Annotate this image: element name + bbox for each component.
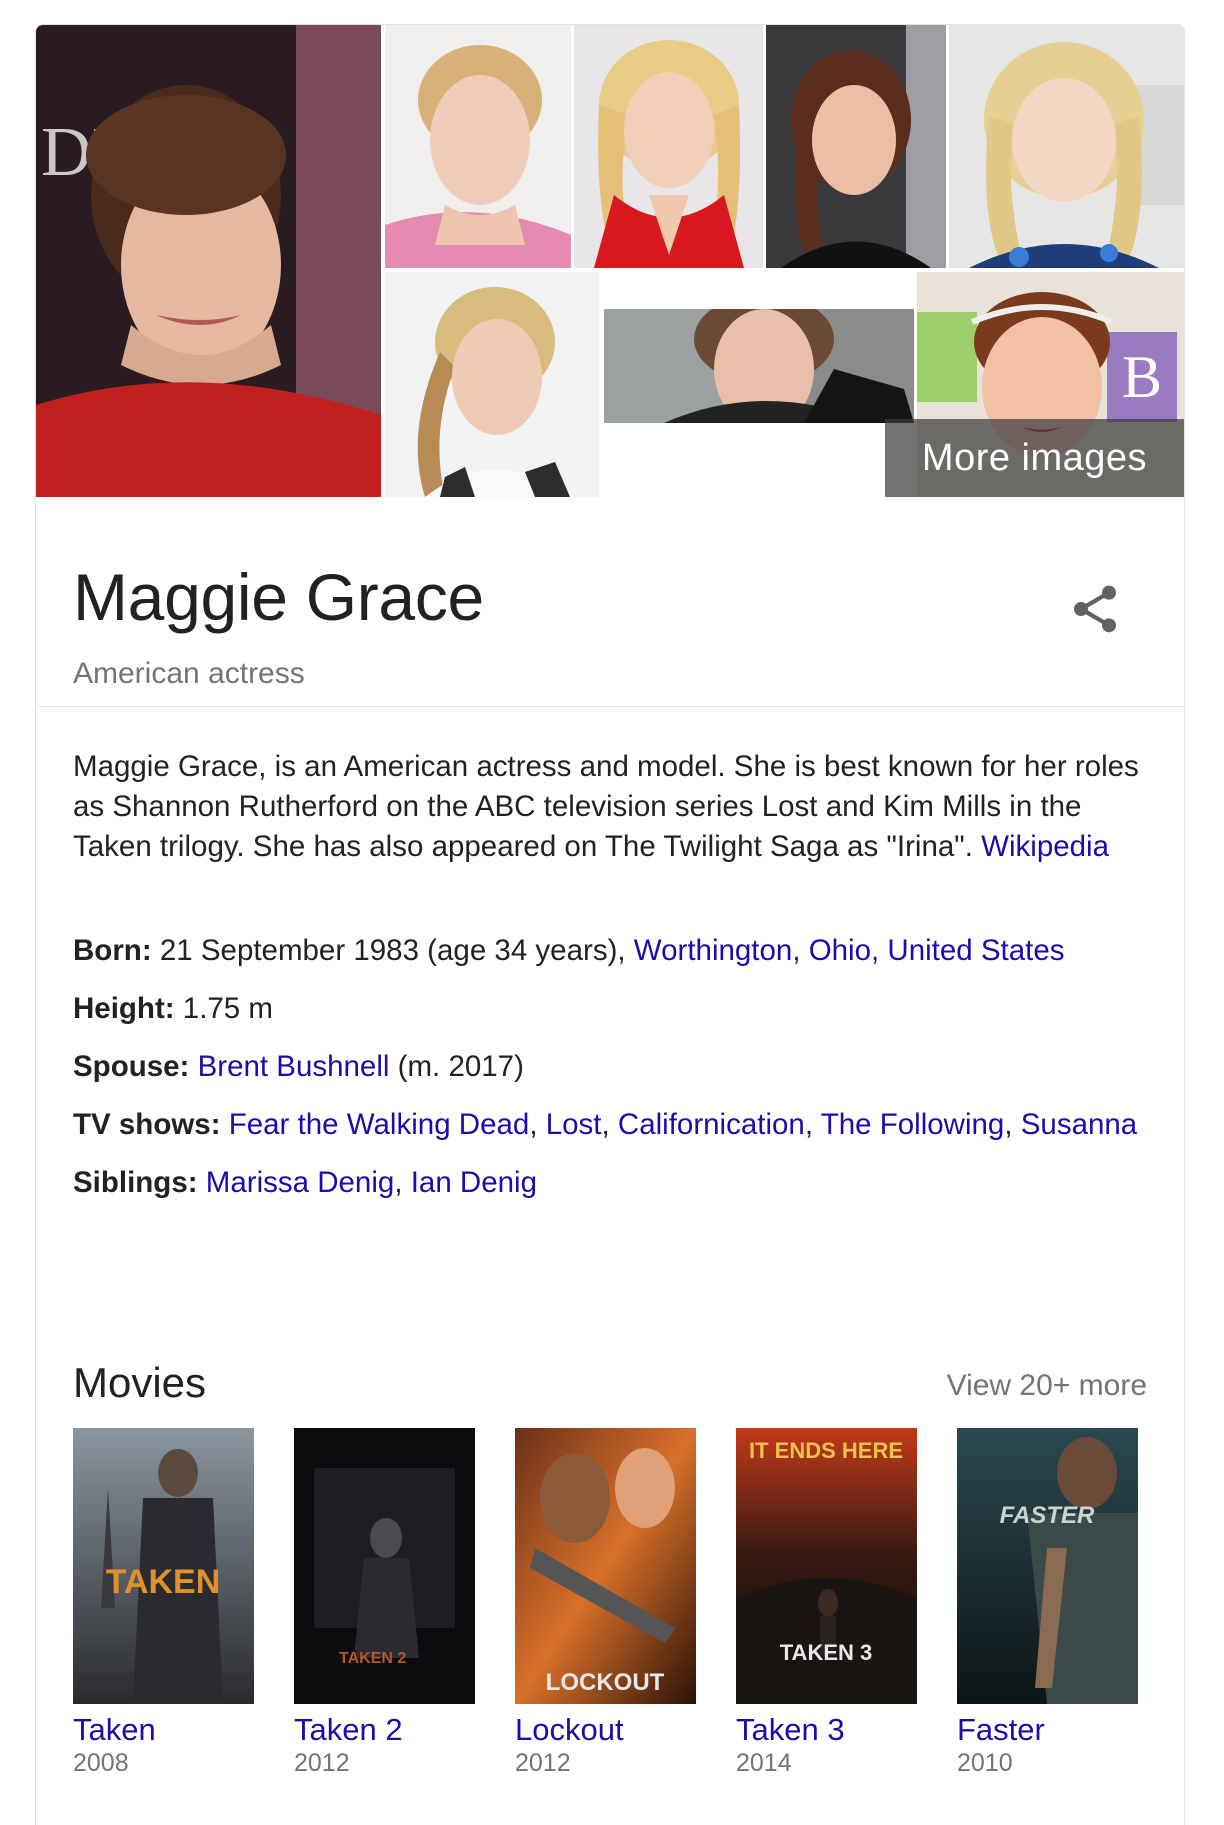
movie-poster[interactable]: TAKEN 2 <box>294 1428 475 1704</box>
title-section: Maggie Grace American actress <box>36 497 1184 707</box>
fact-value: (m. 2017) <box>389 1050 524 1083</box>
movie-title[interactable]: Faster <box>957 1712 1143 1748</box>
tv-show-link[interactable]: The Following <box>821 1108 1005 1141</box>
tv-show-link[interactable]: Fear the Walking Dead <box>229 1108 530 1141</box>
movie-card[interactable]: IT ENDS HERE TAKEN 3 Taken 3 2014 <box>736 1428 922 1778</box>
movie-card[interactable]: TAKEN 2 Taken 2 2012 <box>294 1428 480 1778</box>
fact-height: Height: 1.75 m <box>73 989 1153 1029</box>
poster-image: FASTER <box>957 1428 1138 1704</box>
movie-title[interactable]: Taken 3 <box>736 1712 922 1748</box>
poster-title: FASTER <box>1000 1502 1095 1529</box>
description-text: Maggie Grace, is an American actress and… <box>73 750 1139 863</box>
share-button[interactable] <box>1067 581 1123 637</box>
portrait-image <box>949 25 1184 268</box>
photo-thumbnail[interactable] <box>574 25 763 268</box>
fact-spouse: Spouse: Brent Bushnell (m. 2017) <box>73 1047 1153 1087</box>
movie-card[interactable]: FASTER Faster 2010 <box>957 1428 1143 1778</box>
poster-title: LOCKOUT <box>546 1669 665 1696</box>
fact-siblings: Siblings: Marissa Denig, Ian Denig <box>73 1166 538 1199</box>
poster-title: TAKEN 3 <box>780 1640 873 1665</box>
photo-thumbnail[interactable] <box>766 25 946 268</box>
sibling-link[interactable]: Marissa Denig <box>206 1166 395 1199</box>
fact-label: Height: <box>73 992 175 1025</box>
entity-subtitle: American actress <box>73 657 305 690</box>
poster-image: IT ENDS HERE TAKEN 3 <box>736 1428 917 1704</box>
poster-title: TAKEN 2 <box>339 1650 406 1667</box>
main-photo[interactable]: DI( <box>36 25 381 497</box>
facts-list: Born: 21 September 1983 (age 34 years), … <box>73 931 1153 1221</box>
spouse-link[interactable]: Brent Bushnell <box>198 1050 390 1083</box>
more-images-label: More images <box>921 436 1148 479</box>
portrait-image <box>766 25 946 268</box>
fact-value: 21 September 1983 (age 34 years), <box>151 934 634 967</box>
movie-poster[interactable]: TAKEN <box>73 1428 254 1704</box>
knowledge-panel: DI( <box>35 24 1185 1825</box>
svg-text:B: B <box>1122 344 1162 410</box>
movies-heading: Movies <box>73 1359 207 1406</box>
view-more-link[interactable]: View 20+ more <box>947 1369 1147 1403</box>
fact-value: 1.75 m <box>174 992 273 1025</box>
birthplace-link[interactable]: Worthington, Ohio, United States <box>634 934 1065 967</box>
movie-title[interactable]: Taken 2 <box>294 1712 480 1748</box>
movie-card[interactable]: LOCKOUT Lockout 2012 <box>515 1428 701 1778</box>
portrait-image <box>604 309 914 423</box>
fact-born: Born: 21 September 1983 (age 34 years), … <box>73 931 1153 971</box>
movie-poster[interactable]: IT ENDS HERE TAKEN 3 <box>736 1428 917 1704</box>
poster-tagline: IT ENDS HERE <box>749 1438 903 1463</box>
photo-thumbnail[interactable] <box>385 25 571 268</box>
poster-image: LOCKOUT <box>515 1428 696 1704</box>
movie-title[interactable]: Lockout <box>515 1712 701 1748</box>
fact-label: TV shows: <box>73 1108 221 1141</box>
portrait-image <box>385 25 571 268</box>
fact-label: Born: <box>73 934 152 967</box>
movie-year: 2012 <box>294 1749 350 1777</box>
photo-thumbnail[interactable] <box>604 309 914 423</box>
tv-show-link[interactable]: Lost <box>546 1108 602 1141</box>
movie-poster[interactable]: FASTER <box>957 1428 1138 1704</box>
image-mosaic: DI( <box>36 25 1184 497</box>
poster-image: TAKEN <box>73 1428 254 1704</box>
fact-label: Spouse: <box>73 1050 190 1083</box>
more-images-button[interactable]: More images <box>885 419 1184 497</box>
description: Maggie Grace, is an American actress and… <box>73 747 1153 867</box>
movie-year: 2014 <box>736 1749 792 1777</box>
portrait-image <box>385 272 599 497</box>
wikipedia-link[interactable]: Wikipedia <box>981 830 1109 863</box>
movie-title[interactable]: Taken <box>73 1712 259 1748</box>
entity-name: Maggie Grace <box>73 560 484 634</box>
movie-poster[interactable]: LOCKOUT <box>515 1428 696 1704</box>
fact-tv-shows: TV shows: Fear the Walking Dead, Lost, C… <box>73 1108 1138 1141</box>
sibling-link[interactable]: Ian Denig <box>411 1166 537 1199</box>
portrait-image <box>574 25 763 268</box>
tv-show-link[interactable]: Californication <box>618 1108 805 1141</box>
photo-thumbnail[interactable] <box>949 25 1184 268</box>
movie-year: 2010 <box>957 1749 1013 1777</box>
poster-title: TAKEN <box>106 1563 221 1601</box>
photo-thumbnail[interactable] <box>385 272 599 497</box>
movie-year: 2012 <box>515 1749 571 1777</box>
share-icon <box>1074 585 1116 633</box>
movie-card[interactable]: TAKEN Taken 2008 <box>73 1428 259 1778</box>
tv-show-link[interactable]: Susanna <box>1021 1108 1137 1141</box>
movie-year: 2008 <box>73 1749 129 1777</box>
portrait-image: DI( <box>36 25 381 497</box>
poster-image: TAKEN 2 <box>294 1428 475 1704</box>
fact-label: Siblings: <box>73 1166 198 1199</box>
